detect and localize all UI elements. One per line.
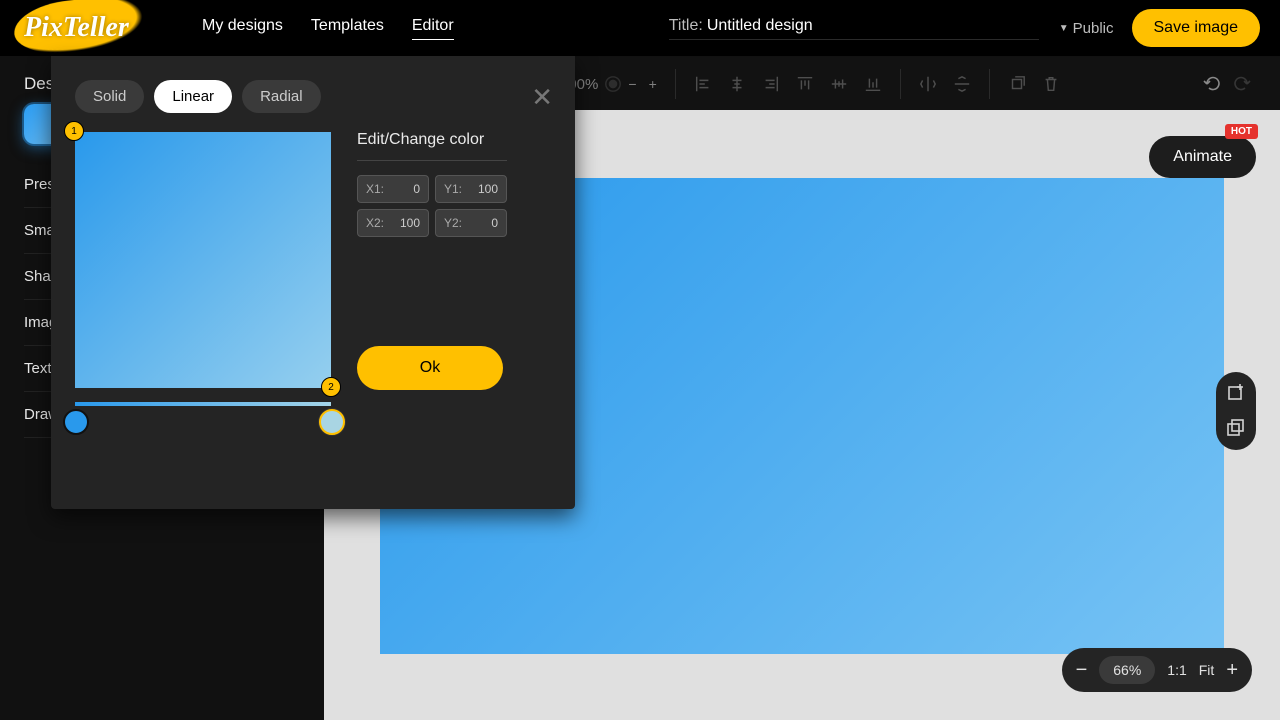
nav-templates[interactable]: Templates — [311, 17, 384, 40]
delete-icon[interactable] — [1042, 75, 1060, 93]
zoom-1to1-button[interactable]: 1:1 — [1167, 662, 1186, 678]
align-bottom-icon[interactable] — [864, 75, 882, 93]
title-label: Title: — [669, 17, 703, 35]
main-nav: My designs Templates Editor — [202, 17, 454, 40]
duplicate-icon[interactable] — [1008, 75, 1026, 93]
align-left-icon[interactable] — [694, 75, 712, 93]
color-mode-linear[interactable]: Linear — [154, 80, 232, 113]
visibility-caret-icon: ▼ — [1059, 23, 1069, 34]
zoom-in-button[interactable]: + — [1226, 659, 1238, 682]
gradient-slider-handle-1[interactable] — [63, 409, 89, 435]
align-center-v-icon[interactable] — [830, 75, 848, 93]
flip-h-icon[interactable] — [919, 75, 937, 93]
nav-my-designs[interactable]: My designs — [202, 17, 283, 40]
gradient-preview[interactable] — [75, 132, 331, 388]
zoom-percent[interactable]: 66% — [1099, 656, 1155, 684]
right-float-panel — [1216, 372, 1256, 450]
color-mode-solid[interactable]: Solid — [75, 80, 144, 113]
y1-input[interactable]: Y1:100 — [435, 175, 507, 203]
gradient-coords: Edit/Change color X1:0 Y1:100 X2:100 Y2:… — [357, 130, 507, 237]
visibility-label: Public — [1073, 20, 1114, 37]
x2-input[interactable]: X2:100 — [357, 209, 429, 237]
gradient-slider[interactable] — [75, 402, 331, 406]
redo-icon[interactable] — [1232, 74, 1252, 94]
align-center-h-icon[interactable] — [728, 75, 746, 93]
color-mode-radial[interactable]: Radial — [242, 80, 321, 113]
gradient-stop-1[interactable]: 1 — [64, 121, 84, 141]
close-icon[interactable]: ✕ — [531, 82, 553, 113]
align-tools — [694, 75, 882, 93]
logo[interactable]: PixTeller — [20, 7, 150, 49]
layer-tools — [1008, 75, 1060, 93]
color-popup: Solid Linear Radial ✕ 1 2 Edit/Change co… — [51, 56, 575, 509]
zoom-fit-button[interactable]: Fit — [1199, 662, 1215, 678]
opacity-icon — [604, 75, 622, 93]
design-title[interactable]: Title: Untitled design — [669, 17, 1039, 40]
visibility-toggle[interactable]: ▼ Public — [1059, 20, 1114, 37]
zoom-bar: − 66% 1:1 Fit + — [1062, 648, 1252, 692]
gradient-stop-2[interactable]: 2 — [321, 377, 341, 397]
opacity-minus[interactable]: − — [628, 76, 636, 92]
animate-button[interactable]: Animate — [1149, 136, 1256, 178]
y2-input[interactable]: Y2:0 — [435, 209, 507, 237]
align-top-icon[interactable] — [796, 75, 814, 93]
opacity-plus[interactable]: + — [649, 76, 657, 92]
add-layer-icon[interactable] — [1226, 384, 1246, 404]
align-right-icon[interactable] — [762, 75, 780, 93]
flip-tools — [919, 75, 971, 93]
gradient-slider-handle-2[interactable] — [319, 409, 345, 435]
save-image-button[interactable]: Save image — [1132, 9, 1261, 47]
zoom-out-button[interactable]: − — [1076, 659, 1088, 682]
x1-input[interactable]: X1:0 — [357, 175, 429, 203]
clone-layer-icon[interactable] — [1226, 418, 1246, 438]
title-value: Untitled design — [707, 17, 813, 35]
flip-v-icon[interactable] — [953, 75, 971, 93]
undo-icon[interactable] — [1202, 74, 1222, 94]
nav-editor[interactable]: Editor — [412, 17, 454, 40]
edit-color-title: Edit/Change color — [357, 130, 507, 161]
header: PixTeller My designs Templates Editor Ti… — [0, 0, 1280, 57]
ok-button[interactable]: Ok — [357, 346, 503, 390]
hot-badge: HOT — [1225, 124, 1258, 139]
